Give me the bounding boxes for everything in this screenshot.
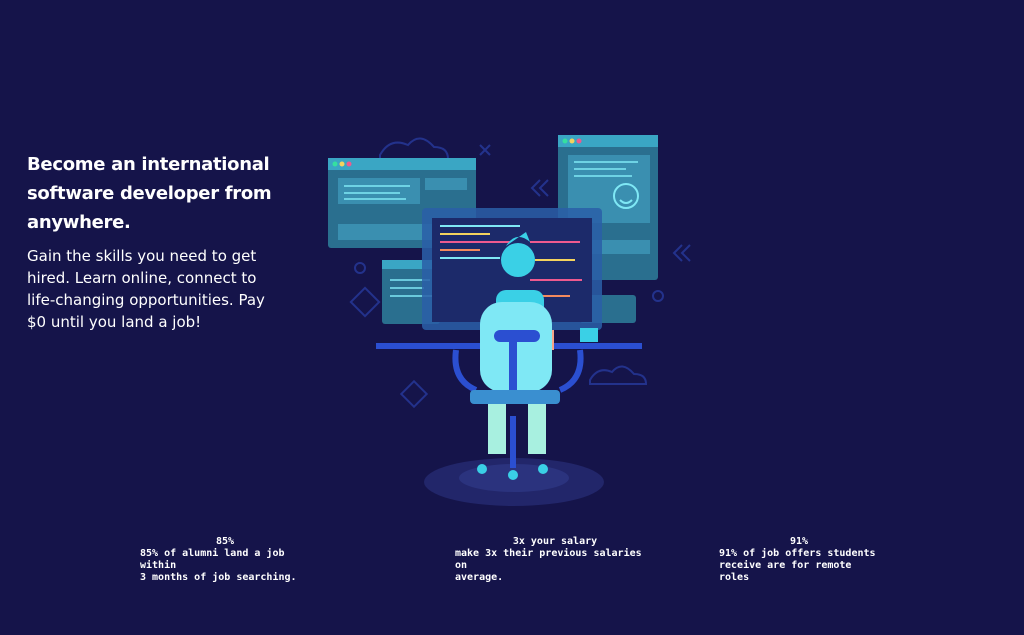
stat-value: 85% [215, 536, 235, 547]
stat-value: 3x your salary [512, 536, 598, 547]
developer-at-computer-illustration [320, 120, 720, 510]
stat-job-placement: 85% 85% of alumni land a job within 3 mo… [140, 536, 310, 584]
hero-section: Become an international software develop… [27, 150, 317, 333]
stat-description: make 3x their previous salaries on avera… [455, 548, 642, 583]
hero-headline: Become an international software develop… [27, 154, 272, 233]
stat-description: 91% of job offers students receive are f… [719, 548, 876, 583]
stat-remote-roles: 91% 91% of job offers students receive a… [719, 536, 879, 584]
stat-description: 85% of alumni land a job within 3 months… [140, 548, 297, 583]
hero-subtext: Gain the skills you need to get hired. L… [27, 247, 265, 331]
stat-value: 91% [789, 536, 809, 547]
stat-salary: 3x your salary make 3x their previous sa… [455, 536, 655, 584]
